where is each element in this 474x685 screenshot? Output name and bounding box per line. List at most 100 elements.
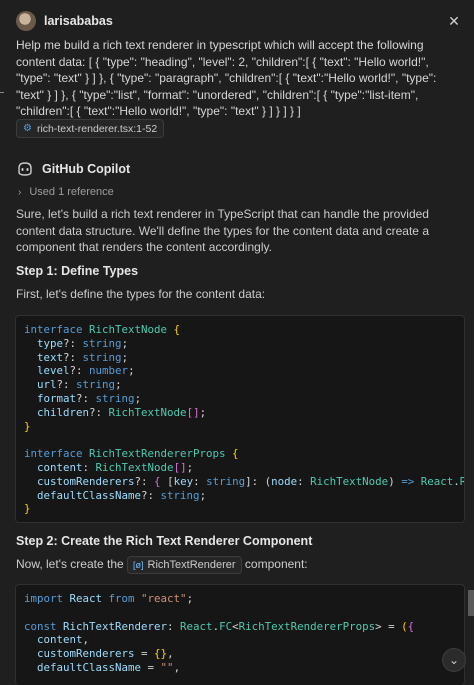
code-token: RichTextRendererProps [238, 619, 376, 633]
code-token: ?: [63, 350, 83, 364]
code-token: defaultClassName [37, 488, 142, 502]
code-token: interface [24, 447, 90, 461]
step2-heading: Step 2: Create the Rich Text Renderer Co… [16, 534, 313, 548]
code-token: ) [388, 474, 402, 488]
step2-text-before: Now, let's create the [16, 557, 124, 572]
file-reference-chip[interactable]: ⚙ rich-text-renderer.tsx:1-52 [16, 119, 165, 138]
code-token: , [173, 660, 181, 674]
code-line: content: RichTextNode[]; [24, 461, 464, 475]
scroll-down-button[interactable]: ⌄ [442, 648, 466, 672]
assistant-intro: Sure, let's build a rich text renderer i… [16, 207, 429, 254]
code-token: children [37, 405, 90, 419]
code-token: RichTextRenderer [63, 619, 168, 633]
code-token: ; [128, 364, 135, 378]
code-token: React [420, 474, 454, 488]
code-token: "" [160, 660, 174, 674]
code-token: ReactNode [460, 475, 464, 488]
code-token: number [89, 364, 129, 378]
code-token: : [193, 474, 207, 488]
symbol-chip[interactable]: [ø] RichTextRenderer [127, 556, 242, 574]
code-token: RichTextNode [89, 323, 174, 336]
code-token: ?: [141, 488, 161, 502]
code-block-component[interactable]: import React from "react"; const RichText… [15, 584, 465, 685]
code-token: "react" [141, 592, 187, 605]
code-token: ?: [134, 474, 155, 488]
references-label: Used 1 reference [29, 186, 114, 198]
code-token: } [24, 502, 31, 516]
code-block-types[interactable]: interface RichTextNode { type?: string; … [15, 315, 465, 523]
code-token: = [141, 647, 155, 661]
code-token: { [407, 619, 415, 633]
step2-text: Now, let's create the [ø] RichTextRendere… [16, 556, 464, 574]
code-token: ; [121, 350, 129, 364]
code-line: defaultClassName?: string; [24, 489, 464, 503]
code-line: } [24, 420, 464, 434]
code-line: import React from "react"; [24, 592, 464, 606]
code-token: url [37, 378, 57, 392]
user-message-header: larisababas ✕ [16, 8, 462, 34]
code-token: format [37, 391, 77, 405]
code-token: RichTextRendererProps [89, 447, 233, 461]
close-icon[interactable]: ✕ [446, 13, 462, 29]
code-line: } [24, 502, 464, 516]
code-token: string [95, 391, 135, 405]
code-line: customRenderers?: { [key: string]: (node… [24, 475, 464, 489]
code-content: import React from "react"; const RichText… [16, 585, 464, 675]
scrollbar-thumb[interactable] [468, 590, 474, 616]
code-line: children?: RichTextNode[]; [24, 406, 464, 420]
code-token: : [82, 460, 96, 474]
references-toggle[interactable]: › Used 1 reference [18, 184, 114, 200]
code-token: ?: [69, 364, 90, 378]
code-token: customRenderers [37, 474, 135, 488]
code-token: => [401, 474, 421, 488]
assistant-header: GitHub Copilot [16, 158, 130, 180]
symbol-icon: [ø] [133, 559, 144, 570]
code-token: ; [115, 378, 122, 392]
step1-text: First, let's define the types for the co… [16, 287, 266, 301]
assistant-name: GitHub Copilot [42, 162, 131, 176]
code-line: level?: number; [24, 364, 464, 378]
code-token: string [76, 378, 116, 392]
code-line: text?: string; [24, 351, 464, 365]
code-token: from [108, 592, 142, 605]
code-token: string [82, 350, 122, 364]
code-token: ]: ( [245, 474, 272, 488]
code-token: } [24, 419, 31, 433]
code-token: interface [24, 323, 90, 336]
code-token: content [37, 633, 83, 647]
code-token: : [297, 474, 311, 488]
code-token: ; [134, 391, 142, 405]
code-token: = [147, 660, 161, 674]
code-token: level [37, 364, 70, 378]
code-content: interface RichTextNode { type?: string; … [16, 316, 464, 516]
code-token: key [173, 474, 194, 488]
user-message: Help me build a rich text renderer in ty… [16, 38, 437, 118]
avatar [16, 11, 36, 31]
code-token: ; [199, 488, 207, 502]
code-token: [] [186, 405, 200, 419]
step1-heading: Step 1: Define Types [16, 264, 139, 278]
code-token: const [24, 619, 64, 633]
code-token: ; [186, 592, 194, 605]
copilot-icon [18, 162, 32, 176]
gear-icon: ⚙ [23, 123, 32, 134]
code-token: > = [375, 619, 402, 633]
symbol-chip-label: RichTextRenderer [147, 558, 236, 571]
code-token: ; [186, 460, 194, 474]
code-token: node [271, 474, 298, 488]
code-line: const RichTextRenderer: React.FC<RichTex… [24, 620, 464, 634]
code-token: { [173, 323, 181, 336]
code-token: content [37, 460, 83, 474]
code-token: defaultClassName [37, 660, 148, 674]
code-line: interface RichTextNode { [24, 323, 464, 337]
step2-text-after: component: [244, 557, 308, 572]
code-token: string [82, 336, 122, 350]
